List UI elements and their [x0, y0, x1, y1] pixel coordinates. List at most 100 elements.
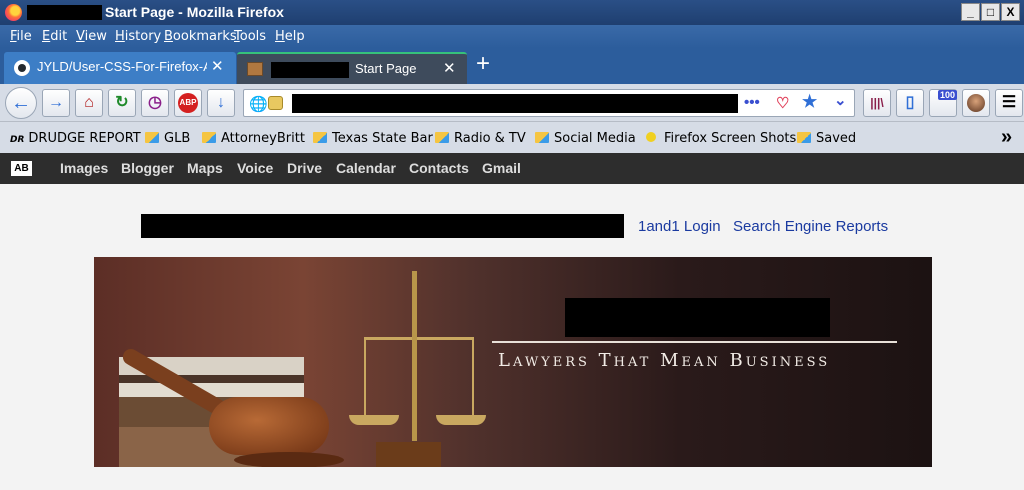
- bookmarks-toolbar: DR DRUDGE REPORT GLB AttorneyBritt Texas …: [0, 122, 1024, 153]
- link-calendar[interactable]: Calendar: [336, 160, 396, 176]
- tab-start-page[interactable]: Start Page ✕: [237, 52, 467, 84]
- folder-icon: [145, 132, 159, 143]
- bookmark-label: DRUDGE REPORT: [28, 131, 141, 146]
- back-button[interactable]: ←: [5, 87, 37, 119]
- profile-button[interactable]: [962, 89, 990, 117]
- bookmark-dot-icon: [646, 132, 656, 142]
- adblock-button[interactable]: ABP: [174, 89, 202, 117]
- bookmark-label: AttorneyBritt: [221, 131, 305, 146]
- close-tab-icon[interactable]: ✕: [211, 57, 224, 75]
- link-maps[interactable]: Maps: [187, 160, 223, 176]
- firefox-logo-icon: [5, 4, 22, 21]
- menu-help[interactable]: Help: [275, 29, 305, 44]
- tab-label: Start Page: [355, 61, 417, 76]
- globe-icon: 🌐: [249, 96, 268, 113]
- downloads-button[interactable]: ↓: [207, 89, 235, 117]
- bookmark-label: Saved: [816, 131, 857, 146]
- new-tab-button[interactable]: +: [476, 51, 490, 77]
- bookmarks-overflow-icon[interactable]: »: [1001, 126, 1012, 149]
- bookmark-glb[interactable]: GLB: [145, 131, 190, 146]
- tab-label: JYLD/User-CSS-For-Firefox-At: [37, 59, 207, 74]
- hamburger-menu-button[interactable]: ☰: [995, 89, 1023, 117]
- bookmark-label: Social Media: [554, 131, 636, 146]
- window-title: Start Page - Mozilla Firefox: [105, 4, 284, 20]
- menu-file[interactable]: File: [10, 29, 32, 44]
- menu-view[interactable]: View: [76, 29, 107, 44]
- minimize-button[interactable]: _: [961, 3, 980, 21]
- bookmark-attorneybritt[interactable]: AttorneyBritt: [202, 131, 305, 146]
- folder-icon: [313, 132, 327, 143]
- redacted-url: [292, 94, 738, 113]
- bookmark-saved[interactable]: Saved: [797, 131, 856, 146]
- gavel-icon: [209, 397, 329, 455]
- law-firm-banner[interactable]: Lawyers That Mean Business: [94, 257, 932, 467]
- avatar: [967, 94, 985, 112]
- google-links-bar: AB Images Blogger Maps Voice Drive Calen…: [0, 153, 1024, 184]
- github-icon: [14, 60, 30, 76]
- folder-icon: [797, 132, 811, 143]
- close-tab-icon[interactable]: ✕: [443, 59, 456, 77]
- scales-base: [376, 442, 441, 467]
- scales-of-justice-icon: [412, 271, 417, 441]
- home-button[interactable]: ⌂: [75, 89, 103, 117]
- navigation-toolbar: ← → ⌂ ↻ ◷ ABP ↓ 🌐 ••• ♡ ★ ⌄ |||\ ▯ 100 ☰: [0, 84, 1024, 122]
- scales-pan: [436, 415, 486, 425]
- bookmark-star-icon[interactable]: ★: [802, 92, 817, 112]
- menu-bookmarks[interactable]: Bookmarks: [164, 29, 237, 44]
- bookmark-firefox-screen-shots[interactable]: Firefox Screen Shots: [646, 131, 796, 146]
- reload-button[interactable]: ↻: [108, 89, 136, 117]
- bookmark-radio-tv[interactable]: Radio & TV: [435, 131, 526, 146]
- forward-button[interactable]: →: [42, 89, 70, 117]
- adblock-icon: ABP: [178, 93, 198, 113]
- redacted-firm-name: [565, 298, 830, 337]
- notification-badge: 100: [938, 90, 958, 100]
- title-bar: Start Page - Mozilla Firefox _ □ X: [0, 0, 1024, 25]
- link-search-engine-reports[interactable]: Search Engine Reports: [733, 218, 888, 235]
- link-gmail[interactable]: Gmail: [482, 160, 521, 176]
- folder-icon: [435, 132, 449, 143]
- bookmark-label: Firefox Screen Shots: [664, 131, 797, 146]
- bookmark-label: Texas State Bar: [332, 131, 433, 146]
- bookmark-drudge-report[interactable]: DR DRUDGE REPORT: [10, 131, 141, 146]
- link-voice[interactable]: Voice: [237, 160, 273, 176]
- menu-bar: File Edit View History Bookmarks Tools H…: [0, 25, 1024, 48]
- menu-tools[interactable]: Tools: [234, 29, 266, 44]
- scales-chain: [364, 339, 366, 417]
- close-window-button[interactable]: X: [1001, 3, 1020, 21]
- link-contacts[interactable]: Contacts: [409, 160, 469, 176]
- library-button[interactable]: |||\: [863, 89, 891, 117]
- dropdown-chevron-icon[interactable]: ⌄: [834, 91, 847, 109]
- tab-github[interactable]: JYLD/User-CSS-For-Firefox-At ✕: [4, 52, 236, 84]
- page-content: 1and1 Login Search Engine Reports Lawyer…: [0, 184, 1024, 490]
- menu-edit[interactable]: Edit: [42, 29, 67, 44]
- ab-logo[interactable]: AB: [11, 161, 32, 176]
- bookmark-label: Radio & TV: [454, 131, 526, 146]
- house-icon: [247, 62, 263, 76]
- maximize-button[interactable]: □: [981, 3, 1000, 21]
- link-1and1-login[interactable]: 1and1 Login: [638, 218, 721, 235]
- banner-divider: [492, 341, 897, 343]
- banner-tagline: Lawyers That Mean Business: [498, 350, 831, 371]
- bookmark-social-media[interactable]: Social Media: [535, 131, 636, 146]
- page-actions-icon[interactable]: •••: [744, 94, 760, 111]
- scales-beam: [364, 337, 474, 340]
- drudge-icon: DR: [10, 135, 25, 145]
- folder-icon: [202, 132, 216, 143]
- gavel-base: [234, 452, 344, 467]
- sidebar-button[interactable]: ▯: [896, 89, 924, 117]
- redacted-block: [141, 214, 624, 238]
- bookmark-label: GLB: [164, 131, 191, 146]
- link-blogger[interactable]: Blogger: [121, 160, 174, 176]
- lock-icon[interactable]: [268, 96, 283, 110]
- pocket-icon[interactable]: ♡: [776, 94, 789, 112]
- tab-strip: JYLD/User-CSS-For-Firefox-At ✕ Start Pag…: [0, 48, 1024, 84]
- url-bar[interactable]: 🌐 ••• ♡ ★ ⌄: [243, 89, 855, 117]
- redacted-block: [271, 62, 349, 78]
- bookmark-texas-state-bar[interactable]: Texas State Bar: [313, 131, 433, 146]
- history-icon[interactable]: ◷: [141, 89, 169, 117]
- link-images[interactable]: Images: [60, 160, 108, 176]
- folder-icon: [535, 132, 549, 143]
- scales-pan: [349, 415, 399, 425]
- menu-history[interactable]: History: [115, 29, 161, 44]
- link-drive[interactable]: Drive: [287, 160, 322, 176]
